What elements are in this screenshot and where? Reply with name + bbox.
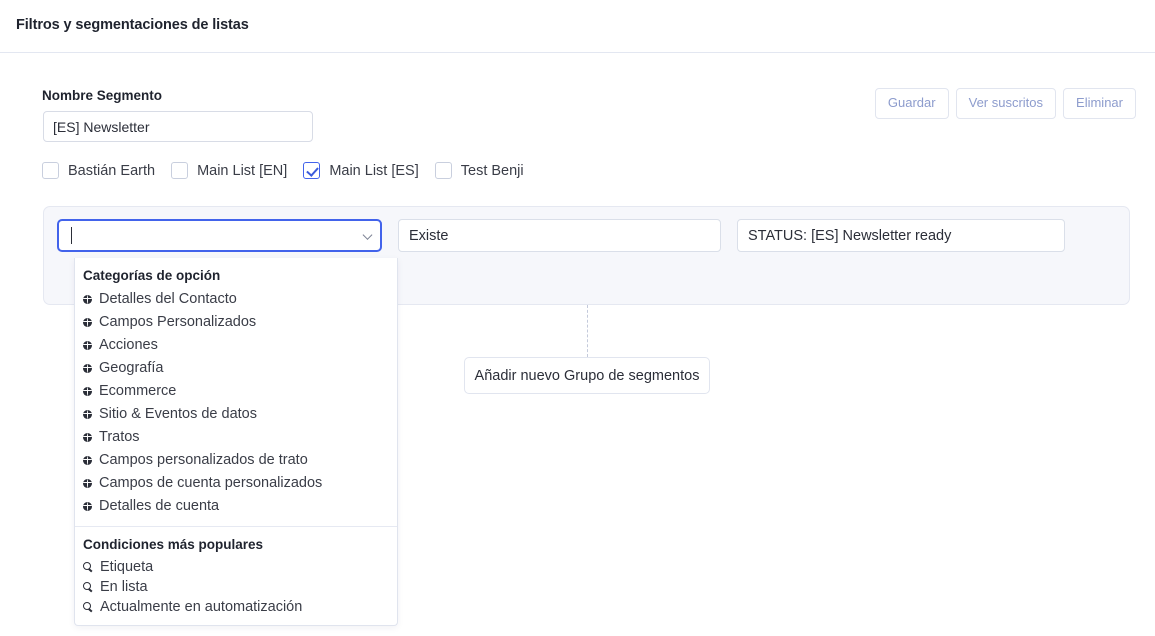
list-checkbox-item[interactable]: Test Benji — [434, 162, 524, 179]
condition-field-select[interactable] — [57, 219, 382, 252]
save-button[interactable]: Guardar — [874, 88, 949, 119]
dropdown-item-label: Detalles del Contacto — [99, 291, 237, 307]
group-connector-line — [587, 305, 588, 357]
dropdown-item-label: Campos Personalizados — [99, 314, 257, 330]
delete-button[interactable]: Eliminar — [1063, 88, 1136, 119]
chevron-down-icon[interactable] — [362, 229, 373, 240]
dropdown-item-label: Acciones — [99, 337, 158, 353]
dropdown-item-label: Tratos — [99, 429, 140, 445]
dropdown-item-detalles-de-cuenta[interactable]: Detalles de cuenta — [75, 495, 397, 518]
dropdown-item-campos-personalizados-de-trato[interactable]: Campos personalizados de trato — [75, 449, 397, 472]
dropdown-item-label: Etiqueta — [100, 559, 154, 575]
dropdown-item-actualmente-en-automatizacion[interactable]: Actualmente en automatización — [75, 597, 397, 617]
dropdown-item-campos-de-cuenta-personalizados[interactable]: Campos de cuenta personalizados — [75, 472, 397, 495]
segment-name-label: Nombre Segmento — [42, 88, 163, 103]
condition-value-input[interactable]: STATUS: [ES] Newsletter ready — [737, 219, 1065, 252]
list-label: Bastián Earth — [68, 162, 156, 179]
field-dropdown-menu[interactable]: Categorías de opción Detalles del Contac… — [74, 258, 398, 626]
globe-icon — [83, 364, 92, 373]
dropdown-item-detalles-del-contacto[interactable]: Detalles del Contacto — [75, 288, 397, 311]
dropdown-item-etiqueta[interactable]: Etiqueta — [75, 557, 397, 577]
list-checkbox-item[interactable]: Main List [ES] — [303, 162, 419, 179]
add-segment-group-button[interactable]: Añadir nuevo Grupo de segmentos — [464, 357, 710, 394]
globe-icon — [83, 502, 92, 511]
search-icon — [83, 582, 93, 592]
dropdown-item-label: Geografía — [99, 360, 164, 376]
dropdown-section-heading: Categorías de opción — [83, 268, 221, 283]
dropdown-section-categories: Categorías de opción Detalles del Contac… — [75, 258, 397, 526]
dropdown-item-ecommerce[interactable]: Ecommerce — [75, 380, 397, 403]
dropdown-item-geografia[interactable]: Geografía — [75, 357, 397, 380]
dropdown-section-popular-conditions: Condiciones más populares Etiqueta En li… — [75, 526, 397, 625]
page-header: Filtros y segmentaciones de listas — [0, 0, 1155, 53]
page-title: Filtros y segmentaciones de listas — [16, 17, 249, 33]
globe-icon — [83, 479, 92, 488]
globe-icon — [83, 295, 92, 304]
segment-name-input[interactable] — [43, 111, 313, 142]
list-label: Test Benji — [460, 162, 524, 179]
globe-icon — [83, 318, 92, 327]
checkbox-test-benji[interactable] — [434, 162, 452, 179]
condition-row: Existe STATUS: [ES] Newsletter ready — [57, 219, 1065, 252]
list-label: Main List [EN] — [197, 162, 288, 179]
search-icon — [83, 602, 93, 612]
top-actions-toolbar: Guardar Ver suscritos Eliminar — [874, 88, 1136, 119]
dropdown-item-label: Campos de cuenta personalizados — [99, 475, 323, 491]
list-label: Main List [ES] — [329, 162, 419, 179]
dropdown-item-en-lista[interactable]: En lista — [75, 577, 397, 597]
checkbox-main-list-es[interactable] — [303, 162, 321, 179]
condition-operator-value: Existe — [409, 227, 449, 244]
list-selection-group: Bastián Earth Main List [EN] Main List [… — [42, 162, 540, 179]
dropdown-item-tratos[interactable]: Tratos — [75, 426, 397, 449]
dropdown-item-sitio-eventos-de-datos[interactable]: Sitio & Eventos de datos — [75, 403, 397, 426]
dropdown-item-label: Campos personalizados de trato — [99, 452, 308, 468]
dropdown-item-label: Actualmente en automatización — [100, 599, 303, 615]
list-checkbox-item[interactable]: Bastián Earth — [42, 162, 155, 179]
dropdown-item-label: En lista — [100, 579, 148, 595]
text-caret — [71, 227, 72, 244]
dropdown-item-campos-personalizados[interactable]: Campos Personalizados — [75, 311, 397, 334]
globe-icon — [83, 341, 92, 350]
dropdown-item-label: Ecommerce — [99, 383, 177, 399]
dropdown-item-acciones[interactable]: Acciones — [75, 334, 397, 357]
list-checkbox-item[interactable]: Main List [EN] — [171, 162, 287, 179]
condition-value-text: STATUS: [ES] Newsletter ready — [748, 227, 952, 244]
dropdown-item-label: Sitio & Eventos de datos — [99, 406, 257, 422]
globe-icon — [83, 433, 92, 442]
view-subscribers-button[interactable]: Ver suscritos — [955, 88, 1057, 119]
search-icon — [83, 562, 93, 572]
globe-icon — [83, 456, 92, 465]
condition-operator-select[interactable]: Existe — [398, 219, 721, 252]
globe-icon — [83, 410, 92, 419]
checkbox-bastian-earth[interactable] — [42, 162, 59, 179]
dropdown-item-label: Detalles de cuenta — [99, 498, 220, 514]
checkbox-main-list-en[interactable] — [171, 162, 189, 179]
globe-icon — [83, 387, 92, 396]
dropdown-section-heading: Condiciones más populares — [83, 537, 264, 552]
